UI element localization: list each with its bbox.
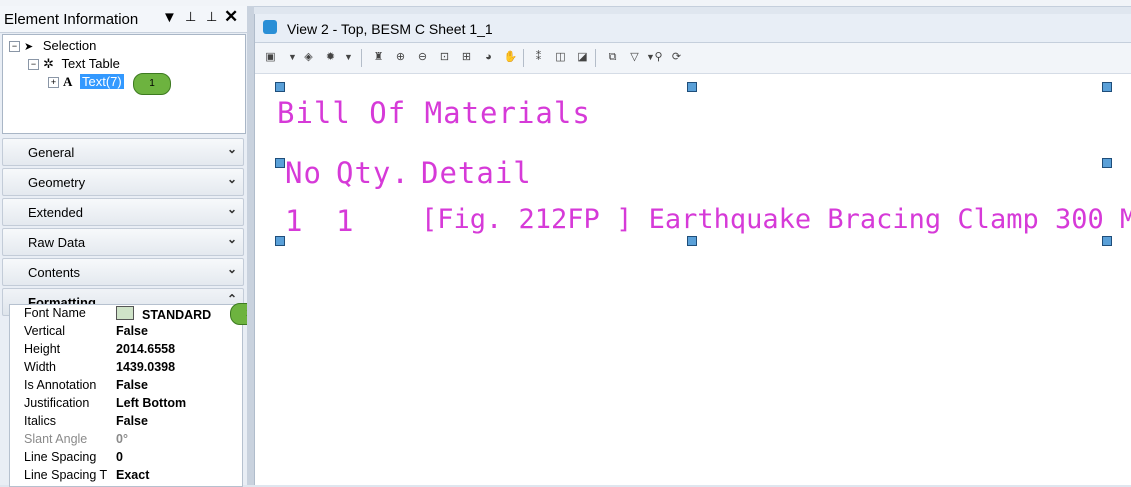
chevron-down-icon: ⌄ xyxy=(226,202,237,216)
font-icon xyxy=(116,306,134,320)
text-icon: A xyxy=(63,74,73,89)
lighting-icon[interactable]: ✹ xyxy=(323,50,338,65)
section-general[interactable]: General ⌄ xyxy=(2,138,244,166)
window-area-icon[interactable]: ⊡ xyxy=(437,50,452,65)
selection-handle[interactable] xyxy=(1102,236,1112,246)
row-qty-value: 1 xyxy=(336,204,355,238)
prop-row-justification[interactable]: Justification Left Bottom xyxy=(10,395,242,413)
row-detail-value: [Fig. 212FP ] Earthquake Bracing Clamp 3… xyxy=(421,204,1131,235)
pin-icon[interactable]: ⊥ xyxy=(185,9,196,25)
toolbar-separator xyxy=(523,49,524,67)
dropdown-arrow-icon[interactable]: ▼ xyxy=(285,50,300,65)
tree-node-text-table[interactable]: − ✲ Text Table xyxy=(28,56,120,74)
selection-handle[interactable] xyxy=(1102,82,1112,92)
tree-item-text-selected[interactable]: Text(7) xyxy=(80,74,124,89)
clip-mask-icon[interactable]: ⚲ xyxy=(651,50,666,65)
display-style-icon[interactable]: ◈ xyxy=(301,50,316,65)
selection-handle[interactable] xyxy=(687,236,697,246)
tree-node-text[interactable]: + A Text(7) xyxy=(48,74,124,92)
prop-row-slant-angle: Slant Angle 0° xyxy=(24,432,128,446)
panel-title-bar: Element Information ▼ ⊥ ⊥ ✕ xyxy=(0,6,250,33)
bom-heading: Bill Of Materials xyxy=(277,96,591,130)
selection-handle[interactable] xyxy=(275,158,285,168)
view-title: View 2 - Top, BESM C Sheet 1_1 xyxy=(287,21,493,37)
view-icon xyxy=(263,20,277,34)
chevron-down-icon: ⌄ xyxy=(226,262,237,276)
update-view-icon[interactable]: ♜ xyxy=(371,50,386,65)
zoom-in-icon[interactable]: ⊕ xyxy=(393,50,408,65)
rotate-view-icon[interactable]: ◕ xyxy=(481,50,496,65)
panel-splitter[interactable] xyxy=(247,6,254,485)
selection-handle[interactable] xyxy=(1102,158,1112,168)
cursor-icon: ➤ xyxy=(24,41,34,53)
section-extended[interactable]: Extended ⌄ xyxy=(2,198,244,226)
prop-row-width[interactable]: Width 1439.0398 xyxy=(10,359,242,377)
chevron-down-icon: ⌄ xyxy=(226,172,237,186)
selection-handle[interactable] xyxy=(687,82,697,92)
prop-row-italics[interactable]: Italics False xyxy=(10,413,242,431)
view-next-icon[interactable]: ◪ xyxy=(575,50,590,65)
section-contents[interactable]: Contents ⌄ xyxy=(2,258,244,286)
view-previous-icon[interactable]: ◫ xyxy=(553,50,568,65)
chevron-down-icon: ⌄ xyxy=(226,142,237,156)
dropdown-arrow-icon[interactable]: ▼ xyxy=(341,50,356,65)
toolbar-separator xyxy=(595,49,596,67)
auto-hide-icon[interactable]: ⊥ xyxy=(206,9,217,25)
prop-row-font-name[interactable]: Font Name STANDARD xyxy=(10,305,242,323)
collapse-icon[interactable]: − xyxy=(28,59,39,71)
copy-view-icon[interactable]: ⧉ xyxy=(605,50,620,65)
column-header-qty: Qty. xyxy=(336,156,410,190)
chevron-down-icon: ⌄ xyxy=(226,232,237,246)
property-sections: General ⌄ Geometry ⌄ Extended ⌄ Raw Data ⌄ C… xyxy=(2,138,244,318)
prop-row-line-spacing-type[interactable]: Line Spacing T Exact xyxy=(10,467,242,485)
prop-row-height[interactable]: Height 2014.6558 xyxy=(10,341,242,359)
prop-row-is-annotation[interactable]: Is Annotation False xyxy=(10,377,242,395)
toolbar-separator xyxy=(361,49,362,67)
drawing-canvas[interactable]: Bill Of Materials No Qty. Detail 1 1 [Fi… xyxy=(255,74,1131,485)
fit-view-icon[interactable]: ⊞ xyxy=(459,50,474,65)
formatting-properties-grid: Font Name STANDARD Vertical False Height 2… xyxy=(9,304,243,487)
selection-tree: − ➤ Selection − ✲ Text Table + A Text(7) 1 xyxy=(2,34,246,134)
selection-handle[interactable] xyxy=(275,236,285,246)
pan-view-icon[interactable]: ✋ xyxy=(503,50,518,65)
expand-icon[interactable]: + xyxy=(48,77,59,89)
view-rotation-icon[interactable]: ⟳ xyxy=(669,50,684,65)
callout-badge-1: 1 xyxy=(133,73,171,95)
zoom-out-icon[interactable]: ⊖ xyxy=(415,50,430,65)
section-raw-data[interactable]: Raw Data ⌄ xyxy=(2,228,244,256)
view-attributes-icon[interactable]: ▣ xyxy=(263,50,278,65)
row-no-value: 1 xyxy=(285,204,304,238)
close-icon[interactable]: ✕ xyxy=(224,7,238,27)
element-information-panel: Element Information ▼ ⊥ ⊥ ✕ − ➤ Selection… xyxy=(0,6,250,487)
font-name-value: STANDARD xyxy=(142,308,212,322)
section-geometry[interactable]: Geometry ⌄ xyxy=(2,168,244,196)
column-header-no: No xyxy=(285,156,322,190)
selection-handle[interactable] xyxy=(275,82,285,92)
panel-title: Element Information xyxy=(4,11,139,28)
tree-node-selection[interactable]: − ➤ Selection xyxy=(9,38,96,56)
view-toolbar: ▣ ▼ ◈ ✹ ▼ ♜ ⊕ ⊖ ⊡ ⊞ ◕ ✋ ⁑ ◫ ◪ ⧉ ▽ ▼ ⚲ ⟳ xyxy=(255,43,1131,74)
text-table-icon: ✲ xyxy=(43,56,54,71)
prop-row-line-spacing[interactable]: Line Spacing 0 xyxy=(10,449,242,467)
column-header-detail: Detail xyxy=(421,156,532,190)
prop-row-vertical[interactable]: Vertical False xyxy=(10,323,242,341)
view-window: View 2 - Top, BESM C Sheet 1_1 ▣ ▼ ◈ ✹ ▼… xyxy=(254,14,1131,485)
walk-icon[interactable]: ⁑ xyxy=(531,50,546,65)
view-title-bar: View 2 - Top, BESM C Sheet 1_1 xyxy=(255,14,1131,43)
dropdown-icon[interactable]: ▼ xyxy=(162,9,177,26)
collapse-icon[interactable]: − xyxy=(9,41,20,53)
clip-volume-icon[interactable]: ▽ xyxy=(627,50,642,65)
